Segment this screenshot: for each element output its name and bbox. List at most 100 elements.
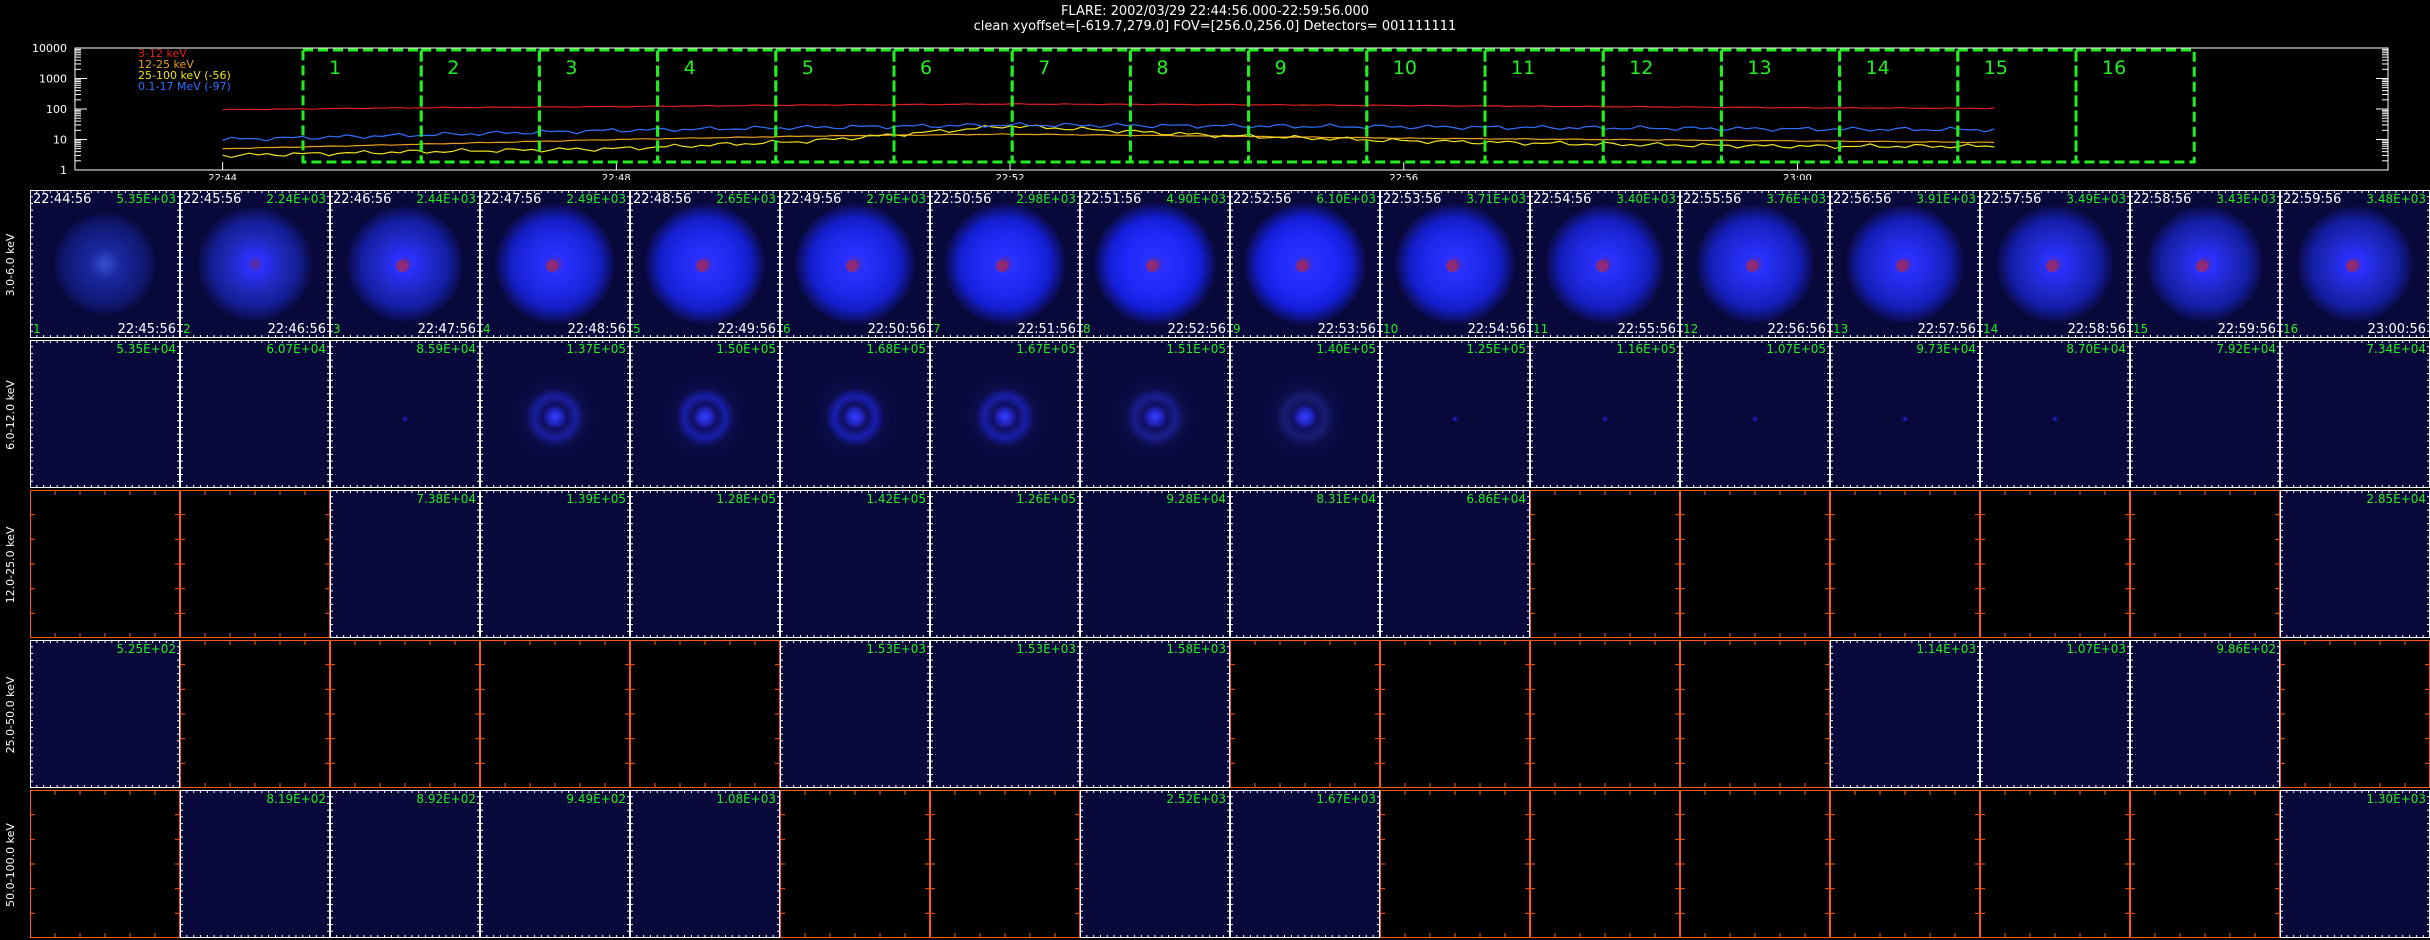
panel-peak-value: 6.10E+03 xyxy=(1316,192,1376,206)
panel-peak-value: 2.98E+03 xyxy=(1016,192,1076,206)
source-peak xyxy=(1896,260,1908,272)
source-disk xyxy=(197,206,313,322)
panel-background xyxy=(180,640,330,788)
panel-start-time: 22:58:56 xyxy=(2133,192,2191,207)
image-panel: 7.92E+04 xyxy=(2130,340,2280,488)
image-panel xyxy=(1680,640,1830,788)
compact-source xyxy=(1441,405,1469,433)
energy-band-label: 50.0-100.0 keV xyxy=(4,823,17,907)
panel-index: 13 xyxy=(1833,322,1848,336)
ring-source xyxy=(505,367,605,467)
image-panel: 6.07E+04 xyxy=(180,340,330,488)
panel-index: 6 xyxy=(783,322,791,336)
panel-start-time: 22:53:56 xyxy=(1383,192,1441,207)
panel-index: 16 xyxy=(2283,322,2298,336)
image-panel xyxy=(2130,490,2280,638)
panel-peak-value: 1.25E+05 xyxy=(1466,342,1526,356)
panel-end-time: 22:46:56 xyxy=(268,322,326,337)
panel-background xyxy=(1230,490,1380,638)
panel-end-time: 22:51:56 xyxy=(1018,322,1076,337)
panel-peak-value: 3.43E+03 xyxy=(2216,192,2276,206)
panel-background xyxy=(1380,490,1530,638)
panel-background xyxy=(1680,640,1830,788)
source-peak xyxy=(396,260,408,272)
source-peak xyxy=(996,260,1008,272)
image-panel: 3.71E+03 22:53:56 22:54:56 10 xyxy=(1380,190,1530,338)
panel-end-time: 22:58:56 xyxy=(2068,322,2126,337)
image-panel: 3.49E+03 22:57:56 22:58:56 14 xyxy=(1980,190,2130,338)
image-panel xyxy=(1230,640,1380,788)
compact-source xyxy=(1891,405,1919,433)
panel-peak-value: 1.39E+05 xyxy=(566,492,626,506)
image-panel: 2.24E+03 22:45:56 22:46:56 2 xyxy=(180,190,330,338)
panel-end-time: 22:55:56 xyxy=(1618,322,1676,337)
panel-peak-value: 1.26E+05 xyxy=(1016,492,1076,506)
panel-background xyxy=(1680,490,1830,638)
panel-end-time: 23:00:56 xyxy=(2368,322,2426,337)
panel-end-time: 22:49:56 xyxy=(718,322,776,337)
panel-background xyxy=(630,490,780,638)
panel-peak-value: 1.42E+05 xyxy=(866,492,926,506)
image-panel: 9.73E+04 xyxy=(1830,340,1980,488)
energy-band-label: 25.0-50.0 keV xyxy=(4,676,17,753)
image-panel: 1.28E+05 xyxy=(630,490,780,638)
panel-end-time: 22:54:56 xyxy=(1468,322,1526,337)
image-panel xyxy=(1830,490,1980,638)
panel-background xyxy=(1080,640,1230,788)
image-panel xyxy=(1980,490,2130,638)
panel-peak-value: 1.51E+05 xyxy=(1166,342,1226,356)
energy-band-label: 3.0-6.0 keV xyxy=(4,233,17,296)
image-panel: 8.31E+04 xyxy=(1230,490,1380,638)
panel-background xyxy=(2130,490,2280,638)
panel-start-time: 22:52:56 xyxy=(1233,192,1291,207)
panel-peak-value: 3.71E+03 xyxy=(1466,192,1526,206)
panel-index: 4 xyxy=(483,322,491,336)
image-panel: 2.49E+03 22:47:56 22:48:56 4 xyxy=(480,190,630,338)
panel-peak-value: 2.65E+03 xyxy=(716,192,776,206)
energy-band-label: 12.0-25.0 keV xyxy=(4,526,17,603)
image-panel: 1.50E+05 xyxy=(630,340,780,488)
ring-source xyxy=(1255,367,1355,467)
panel-background xyxy=(930,640,1080,788)
source-peak xyxy=(1146,260,1158,272)
panel-start-time: 22:47:56 xyxy=(483,192,541,207)
panel-index: 12 xyxy=(1683,322,1698,336)
image-panel: 4.90E+03 22:51:56 22:52:56 8 xyxy=(1080,190,1230,338)
panel-background xyxy=(780,490,930,638)
image-panel: 7.34E+04 xyxy=(2280,340,2430,488)
panel-background xyxy=(1380,640,1530,788)
source-peak xyxy=(1596,260,1608,272)
image-panel xyxy=(30,490,180,638)
image-panel: 1.07E+05 xyxy=(1680,340,1830,488)
image-panel: 3.76E+03 22:55:56 22:56:56 12 xyxy=(1680,190,1830,338)
image-panel: 1.40E+05 xyxy=(1230,340,1380,488)
panel-background xyxy=(1980,490,2130,638)
panel-peak-value: 3.49E+03 xyxy=(2066,192,2126,206)
ring-source xyxy=(1105,367,1205,467)
panel-peak-value: 3.91E+03 xyxy=(1916,192,1976,206)
source-peak xyxy=(1296,260,1308,272)
panel-background xyxy=(930,490,1080,638)
image-grid: 3.0-6.0 keV 6.0-12.0 keV 12.0-25.0 keV 25.0… xyxy=(4,190,2430,938)
source-peak xyxy=(846,260,858,272)
panel-start-time: 22:59:56 xyxy=(2283,192,2341,207)
panel-peak-value: 1.58E+03 xyxy=(1166,642,1226,656)
image-panel xyxy=(630,640,780,788)
panel-start-time: 22:51:56 xyxy=(1083,192,1141,207)
panel-end-time: 22:56:56 xyxy=(1768,322,1826,337)
panel-peak-value: 5.25E+02 xyxy=(116,642,176,656)
panel-peak-value: 8.31E+04 xyxy=(1316,492,1376,506)
image-panel: 1.16E+05 xyxy=(1530,340,1680,488)
source-peak xyxy=(546,260,558,272)
compact-source xyxy=(1591,405,1619,433)
energy-band-label: 6.0-12.0 keV xyxy=(4,380,17,450)
panel-peak-value: 5.35E+03 xyxy=(116,192,176,206)
panel-peak-value: 7.38E+04 xyxy=(416,492,476,506)
image-panel: 1.58E+03 xyxy=(1080,640,1230,788)
panel-background xyxy=(480,640,630,788)
panel-peak-value: 1.53E+03 xyxy=(1016,642,1076,656)
image-panel: 3.91E+03 22:56:56 22:57:56 13 xyxy=(1830,190,1980,338)
panel-background xyxy=(1530,640,1680,788)
panel-start-time: 22:44:56 xyxy=(33,192,91,207)
ring-source xyxy=(655,367,755,467)
